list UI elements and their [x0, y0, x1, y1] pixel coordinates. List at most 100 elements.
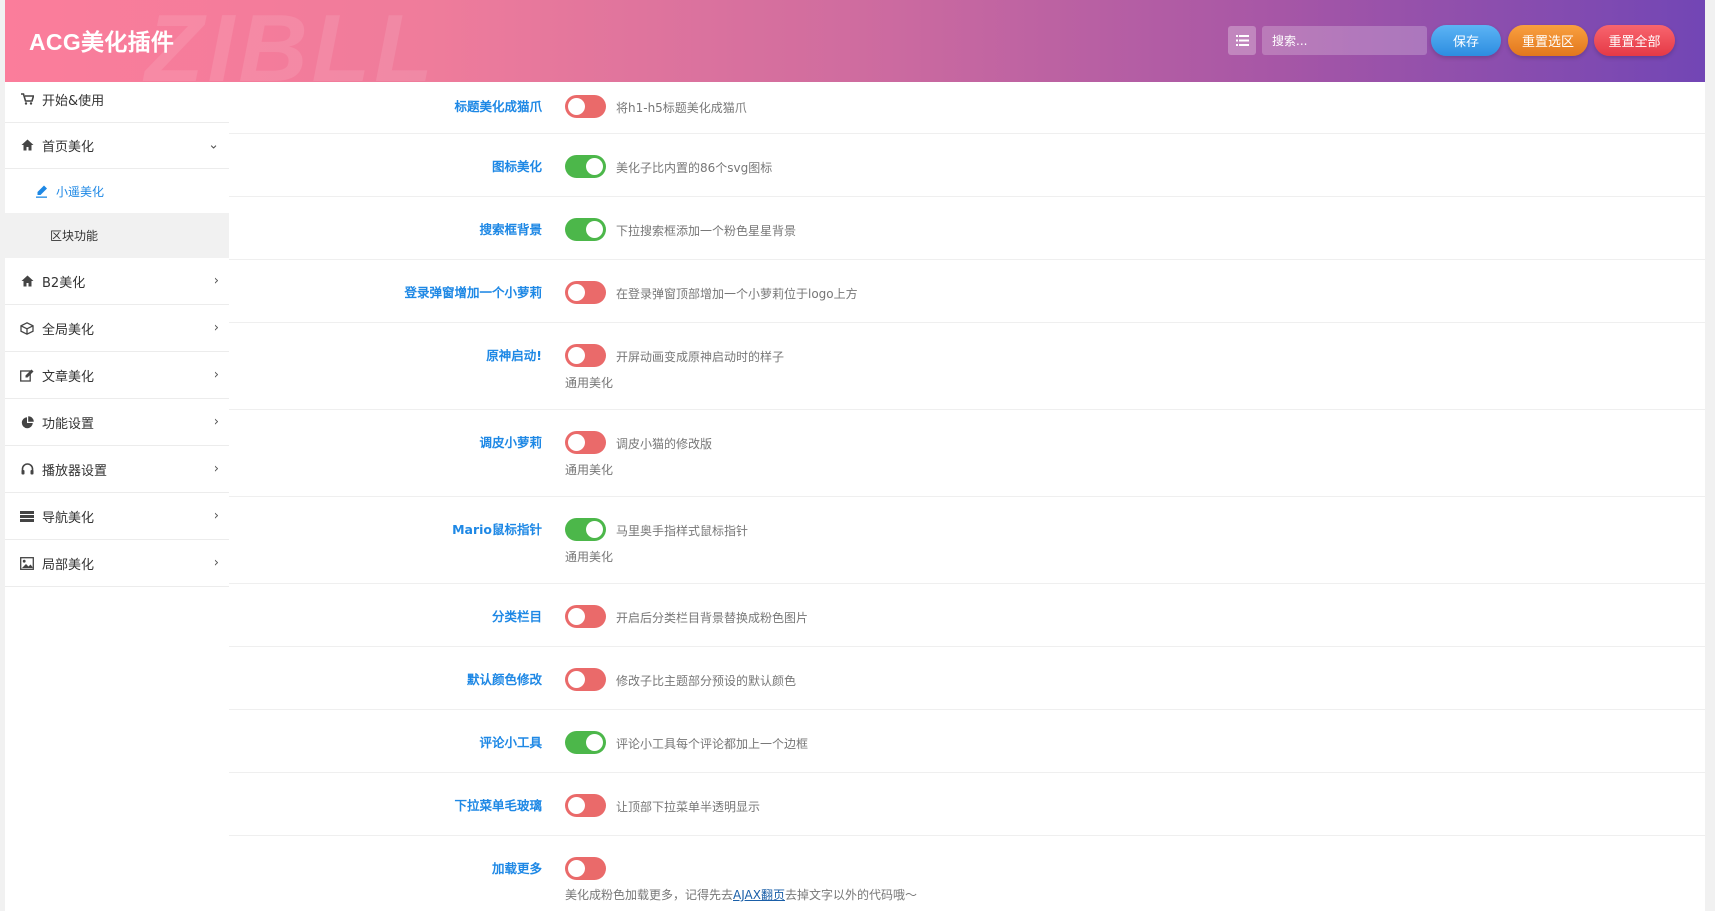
option-description: 修改子比主题部分预设的默认颜色: [616, 674, 797, 688]
chevron-right-icon: ›: [213, 367, 219, 383]
toggle-knob: [586, 221, 603, 238]
toggle-knob: [586, 521, 603, 538]
sidebar-item-nav[interactable]: 导航美化 ›: [5, 493, 229, 540]
option-label: 下拉菜单毛玻璃: [454, 798, 542, 813]
option-toggle[interactable]: [565, 218, 606, 241]
toggle-knob: [568, 98, 585, 115]
toggle-knob: [568, 671, 585, 688]
sidebar-subitem-block[interactable]: 区块功能: [5, 213, 229, 257]
option-toggle[interactable]: [565, 344, 606, 367]
option-label: 图标美化: [491, 159, 542, 174]
option-toggle[interactable]: [565, 668, 606, 691]
menu-toggle-button[interactable]: [1228, 26, 1256, 55]
option-subtitle: 美化成粉色加载更多，记得先去AJAX翻页去掉文字以外的代码哦～: [565, 886, 917, 903]
chevron-right-icon: ›: [213, 273, 219, 289]
toggle-knob: [568, 608, 585, 625]
option-toggle[interactable]: [565, 155, 606, 178]
option-row: 下拉菜单毛玻璃 让顶部下拉菜单半透明显示: [229, 773, 1705, 836]
sidebar-item-label: 播放器设置: [42, 463, 108, 479]
toggle-knob: [586, 158, 603, 175]
toggle-knob: [568, 860, 585, 877]
toggle-knob: [568, 284, 585, 301]
option-toggle[interactable]: [565, 857, 606, 880]
sidebar-item-function[interactable]: 功能设置 ›: [5, 399, 229, 446]
chevron-right-icon: ›: [213, 508, 219, 524]
option-label: 登录弹窗增加一个小萝莉: [404, 285, 542, 300]
option-row: 登录弹窗增加一个小萝莉 在登录弹窗顶部增加一个小萝莉位于logo上方: [229, 260, 1705, 323]
toggle-knob: [568, 797, 585, 814]
option-toggle[interactable]: [565, 605, 606, 628]
option-toggle[interactable]: [565, 95, 606, 118]
chevron-right-icon: ›: [213, 461, 219, 477]
app-title: ACG美化插件: [29, 29, 175, 55]
ajax-pagination-link[interactable]: AJAX翻页: [733, 888, 785, 902]
option-row: Mario鼠标指针 马里奥手指样式鼠标指针 通用美化: [229, 497, 1705, 584]
option-description: 调皮小猫的修改版: [616, 437, 713, 451]
reset-all-button[interactable]: 重置全部: [1594, 25, 1675, 56]
sidebar-item-label: 文章美化: [42, 369, 95, 385]
option-row: 默认颜色修改 修改子比主题部分预设的默认颜色: [229, 647, 1705, 710]
option-toggle[interactable]: [565, 794, 606, 817]
edit-icon: [20, 368, 34, 382]
reset-selection-button[interactable]: 重置选区: [1508, 25, 1588, 56]
option-toggle[interactable]: [565, 431, 606, 454]
chevron-right-icon: ›: [213, 555, 219, 571]
sidebar-submenu: 小遥美化 区块功能: [5, 169, 229, 258]
option-description: 让顶部下拉菜单半透明显示: [616, 800, 761, 814]
cube-icon: [20, 321, 34, 335]
option-description: 美化子比内置的86个svg图标: [616, 161, 773, 175]
home-icon: [20, 138, 34, 152]
option-subtitle: 通用美化: [565, 550, 614, 564]
option-label: 调皮小萝莉: [479, 435, 542, 450]
toggle-knob: [568, 347, 585, 364]
sidebar-item-label: 局部美化: [42, 557, 95, 573]
sidebar-item-start[interactable]: 开始&使用: [5, 76, 229, 123]
headphones-icon: [20, 462, 34, 476]
list-icon: [1235, 35, 1249, 46]
home-icon: [20, 274, 34, 288]
window-edge: [1705, 0, 1715, 911]
option-toggle[interactable]: [565, 281, 606, 304]
option-label: 标题美化成猫爪: [454, 99, 542, 114]
sidebar-subitem-label: 区块功能: [50, 228, 99, 243]
option-label: 默认颜色修改: [466, 672, 542, 687]
pencil-icon: [35, 185, 48, 198]
sidebar-subitem-xiaoyao[interactable]: 小遥美化: [5, 169, 229, 213]
sidebar-item-label: 首页美化: [42, 139, 95, 155]
pie-chart-icon: [20, 415, 34, 429]
sidebar-item-label: 全局美化: [42, 322, 95, 338]
option-row: 图标美化 美化子比内置的86个svg图标: [229, 134, 1705, 197]
sidebar-item-local[interactable]: 局部美化 ›: [5, 540, 229, 587]
sidebar-item-label: 导航美化: [42, 510, 95, 526]
app-window: ZIBLL ACG美化插件 保存 重置选区 重置全部 开始&使用: [5, 0, 1705, 911]
sidebar-item-article[interactable]: 文章美化 ›: [5, 352, 229, 399]
option-toggle[interactable]: [565, 731, 606, 754]
sidebar-subitem-label: 小遥美化: [56, 184, 105, 199]
settings-panel: 标题美化成猫爪 将h1-h5标题美化成猫爪 图标美化 美化子比内置的86个svg…: [229, 82, 1705, 911]
search-input[interactable]: [1262, 26, 1427, 55]
save-button[interactable]: 保存: [1431, 25, 1501, 56]
option-subtitle: 通用美化: [565, 463, 614, 477]
option-label: 加载更多: [491, 861, 542, 876]
sidebar-item-b2[interactable]: B2美化 ›: [5, 258, 229, 305]
option-row: 调皮小萝莉 调皮小猫的修改版 通用美化: [229, 410, 1705, 497]
option-subtitle-prefix: 美化成粉色加载更多，记得先去: [565, 888, 734, 902]
option-label: 分类栏目: [491, 609, 542, 624]
option-description: 将h1-h5标题美化成猫爪: [616, 101, 747, 115]
sidebar: 开始&使用 首页美化 ⌄ 小遥美化 区块功能 B2美化 › 全局美化 › 文章美…: [5, 82, 229, 911]
sidebar-item-player[interactable]: 播放器设置 ›: [5, 446, 229, 493]
sidebar-item-label: 开始&使用: [42, 93, 105, 109]
option-description: 下拉搜索框添加一个粉色星星背景: [616, 224, 797, 238]
option-description: 在登录弹窗顶部增加一个小萝莉位于logo上方: [616, 287, 858, 301]
option-label: Mario鼠标指针: [452, 522, 542, 537]
toggle-knob: [568, 434, 585, 451]
option-row: 加载更多 美化成粉色加载更多，记得先去AJAX翻页去掉文字以外的代码哦～: [229, 836, 1705, 911]
sidebar-item-home-beautify[interactable]: 首页美化 ⌄: [5, 122, 229, 169]
sidebar-item-global[interactable]: 全局美化 ›: [5, 305, 229, 352]
option-description: 开启后分类栏目背景替换成粉色图片: [616, 611, 809, 625]
sidebar-item-label: 功能设置: [42, 416, 95, 432]
option-description: 马里奥手指样式鼠标指针: [616, 524, 749, 538]
navicon-icon: [20, 509, 34, 523]
option-label: 原神启动!: [486, 348, 542, 363]
option-toggle[interactable]: [565, 518, 606, 541]
